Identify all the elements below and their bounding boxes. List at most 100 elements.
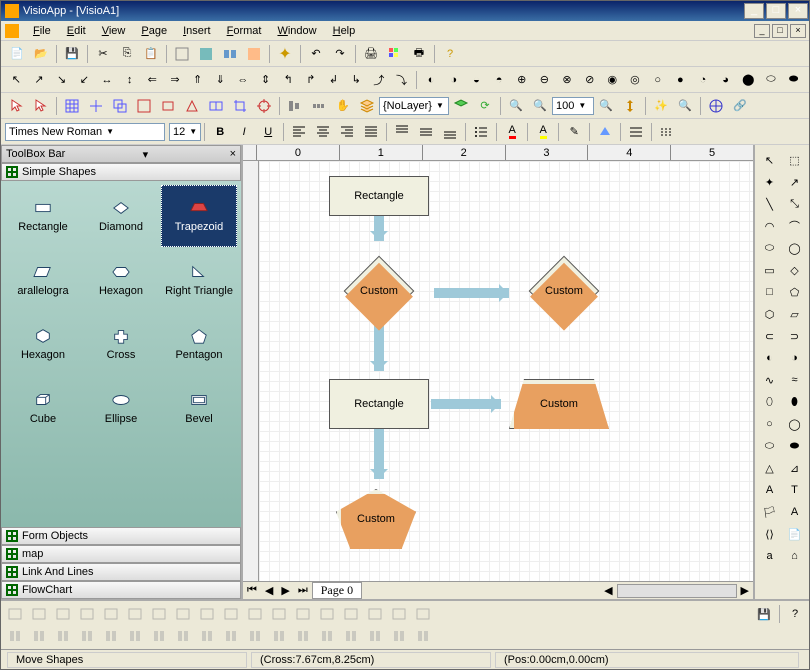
zoom-in-button[interactable]: 🔍 <box>505 95 527 117</box>
zoom-input[interactable]: 100▼ <box>552 97 594 115</box>
cut-button[interactable]: ✂ <box>92 43 114 65</box>
page-prev-button[interactable]: ◀ <box>261 584 277 597</box>
shape-para[interactable]: arallelogra <box>5 249 81 311</box>
justify-button[interactable] <box>360 121 382 143</box>
mdi-minimize-button[interactable]: _ <box>754 24 770 38</box>
fill-color-button[interactable]: A <box>532 121 554 143</box>
draw-tool-33[interactable]: A <box>782 501 807 523</box>
arrow-tool-12[interactable]: ↰ <box>278 69 299 91</box>
draw-tool-35[interactable]: 📄 <box>782 523 807 545</box>
draw-tool-13[interactable]: ⬠ <box>782 281 807 303</box>
bottom-btn-a13[interactable] <box>316 603 338 625</box>
bold-button[interactable]: B <box>209 121 231 143</box>
bottom-btn-b2[interactable] <box>52 625 74 647</box>
menu-window[interactable]: Window <box>269 23 324 39</box>
shape-hex2[interactable]: Hexagon <box>5 313 81 375</box>
bottom-btn-b11[interactable] <box>268 625 290 647</box>
draw-tool-18[interactable]: ◐ <box>757 347 782 369</box>
new-button[interactable]: 📄 <box>6 43 28 65</box>
draw-tool-27[interactable]: ⬬ <box>782 435 807 457</box>
italic-button[interactable]: I <box>233 121 255 143</box>
bottom-btn-b1[interactable] <box>28 625 50 647</box>
bottom-btn-a16[interactable] <box>388 603 410 625</box>
tb-add-button[interactable]: ✦ <box>274 43 296 65</box>
menu-format[interactable]: Format <box>219 23 270 39</box>
draw-tool-12[interactable]: □ <box>757 281 782 303</box>
draw-tool-26[interactable]: ⬭ <box>757 435 782 457</box>
open-button[interactable]: 📂 <box>30 43 52 65</box>
ungroup-button[interactable] <box>133 95 155 117</box>
bottom-btn-a1[interactable] <box>28 603 50 625</box>
page-next-button[interactable]: ▶ <box>277 584 293 597</box>
draw-tool-22[interactable]: ⬯ <box>757 391 782 413</box>
bottom-btn-b13[interactable] <box>316 625 338 647</box>
print-preview-button[interactable]: 🖶 <box>408 43 430 65</box>
section-map[interactable]: map <box>1 545 241 563</box>
draw-tool-4[interactable]: ╲ <box>757 193 782 215</box>
help2-button[interactable]: ? <box>784 603 806 625</box>
bottom-btn-b10[interactable] <box>244 625 266 647</box>
maximize-button[interactable]: □ <box>766 3 786 19</box>
bottom-btn-a4[interactable] <box>100 603 122 625</box>
bottom-btn-b8[interactable] <box>196 625 218 647</box>
draw-tool-0[interactable]: ↖ <box>757 149 782 171</box>
circle-tool-15[interactable]: ⬭ <box>761 69 782 91</box>
bottom-btn-a6[interactable] <box>148 603 170 625</box>
draw-tool-37[interactable]: ⌂ <box>782 545 807 567</box>
circle-tool-10[interactable]: ○ <box>647 69 668 91</box>
valign-bottom-button[interactable] <box>439 121 461 143</box>
circle-tool-14[interactable]: ⬤ <box>738 69 759 91</box>
draw-tool-29[interactable]: ⊿ <box>782 457 807 479</box>
zoom-actual-button[interactable] <box>619 95 641 117</box>
flowchart-rectangle[interactable]: Rectangle <box>329 379 429 429</box>
circle-tool-4[interactable]: ⊕ <box>511 69 532 91</box>
mdi-restore-button[interactable]: □ <box>772 24 788 38</box>
page-first-button[interactable]: ⏮ <box>243 584 261 597</box>
align-left-button[interactable] <box>288 121 310 143</box>
menu-view[interactable]: View <box>94 23 134 39</box>
draw-tool-19[interactable]: ◑ <box>782 347 807 369</box>
undo-button[interactable]: ↶ <box>305 43 327 65</box>
arrow-tool-5[interactable]: ↕ <box>119 69 140 91</box>
page-last-button[interactable]: ⏭ <box>294 584 312 597</box>
circle-tool-6[interactable]: ⊗ <box>557 69 578 91</box>
draw-tool-21[interactable]: ≈ <box>782 369 807 391</box>
bottom-btn-b16[interactable] <box>388 625 410 647</box>
bottom-btn-b0[interactable] <box>4 625 26 647</box>
minimize-button[interactable]: _ <box>744 3 764 19</box>
bottom-btn-a17[interactable] <box>412 603 434 625</box>
hscroll-left-button[interactable]: ◀ <box>600 584 616 597</box>
layer-stack-button[interactable] <box>450 95 472 117</box>
grid-toggle-button[interactable] <box>61 95 83 117</box>
draw-tool-11[interactable]: ◇ <box>782 259 807 281</box>
bottom-btn-a3[interactable] <box>76 603 98 625</box>
shape-diam[interactable]: Diamond <box>83 185 159 247</box>
circle-tool-2[interactable]: ◒ <box>466 69 487 91</box>
align-button[interactable] <box>284 95 306 117</box>
triangle-tool-button[interactable] <box>181 95 203 117</box>
bottom-btn-b12[interactable] <box>292 625 314 647</box>
pan-button[interactable]: ✋ <box>332 95 354 117</box>
circle-tool-11[interactable]: ● <box>670 69 691 91</box>
select2-button[interactable] <box>30 95 52 117</box>
distribute-button[interactable] <box>308 95 330 117</box>
section-link-lines[interactable]: Link And Lines <box>1 563 241 581</box>
circle-tool-16[interactable]: ⬬ <box>783 69 804 91</box>
close-button[interactable]: × <box>788 3 808 19</box>
tb-btn-3[interactable] <box>219 43 241 65</box>
draw-tool-34[interactable]: ⟨⟩ <box>757 523 782 545</box>
draw-tool-7[interactable]: ⌒ <box>782 215 807 237</box>
copy-button[interactable]: ⎘ <box>116 43 138 65</box>
bottom-btn-a0[interactable] <box>4 603 26 625</box>
bottom-btn-a11[interactable] <box>268 603 290 625</box>
draw-tool-15[interactable]: ▱ <box>782 303 807 325</box>
section-simple-shapes[interactable]: Simple Shapes <box>1 163 241 181</box>
arrow-tool-2[interactable]: ↘ <box>51 69 72 91</box>
menu-edit[interactable]: Edit <box>59 23 94 39</box>
bottom-btn-a2[interactable] <box>52 603 74 625</box>
font-size-selector[interactable]: 12▼ <box>169 123 201 141</box>
arrow-tool-14[interactable]: ↲ <box>323 69 344 91</box>
shape-trap[interactable]: Trapezoid <box>161 185 237 247</box>
arrow-tool-15[interactable]: ↳ <box>346 69 367 91</box>
arrow-tool-9[interactable]: ⇓ <box>210 69 231 91</box>
